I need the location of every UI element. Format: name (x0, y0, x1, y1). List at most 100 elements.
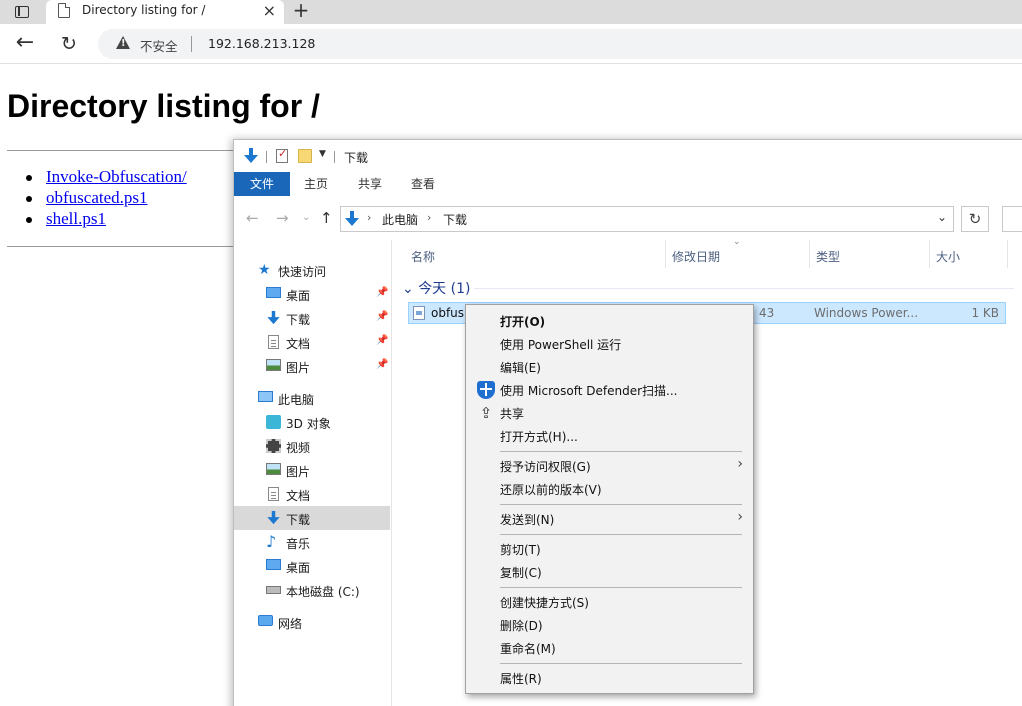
column-header-size[interactable]: 大小 (936, 248, 960, 265)
warning-icon[interactable]: ! (116, 36, 130, 49)
menu-item-send-to[interactable]: 发送到(N) › (468, 507, 751, 530)
computer-icon (258, 391, 273, 402)
link-obfuscated-ps1[interactable]: obfuscated.ps1 (46, 188, 148, 207)
download-arrow-icon (267, 511, 280, 525)
ribbon-tabs: 文件 主页 共享 查看 (234, 172, 1022, 196)
column-header-type[interactable]: 类型 (816, 248, 840, 265)
properties-icon[interactable]: ✓ (276, 147, 288, 163)
menu-item-rename[interactable]: 重命名(M) (468, 636, 751, 659)
pictures-icon (266, 359, 281, 371)
tab-view[interactable]: 查看 (399, 172, 447, 196)
nav-label: 文档 (286, 337, 311, 351)
menu-item-copy[interactable]: 复制(C) (468, 560, 751, 583)
back-button[interactable]: ← (12, 32, 38, 56)
search-input[interactable] (1002, 206, 1022, 232)
nav-videos[interactable]: 视频 (234, 434, 390, 458)
download-arrow-icon (267, 311, 280, 325)
nav-label: 快速访问 (278, 265, 327, 279)
breadcrumb-this-pc[interactable]: 此电脑 (382, 211, 418, 228)
up-arrow-icon[interactable]: ↑ (320, 210, 333, 226)
pin-icon[interactable]: 📌 (376, 311, 388, 322)
breadcrumb-chevron-icon[interactable]: › (367, 211, 371, 224)
tab-file[interactable]: 文件 (234, 172, 290, 196)
menu-item-label: 重命名(M) (500, 642, 556, 656)
pin-icon[interactable]: 📌 (376, 335, 388, 346)
tab-share[interactable]: 共享 (346, 172, 394, 196)
menu-item-defender-scan[interactable]: 使用 Microsoft Defender扫描... (468, 378, 751, 401)
nav-quick-access[interactable]: ★ 快速访问 (234, 258, 390, 282)
menu-item-label: 编辑(E) (500, 361, 541, 375)
nav-label: 文档 (286, 489, 311, 503)
nav-3d-objects[interactable]: 3D 对象 (234, 410, 390, 434)
forward-arrow-icon[interactable]: → (276, 210, 289, 226)
back-arrow-icon[interactable]: ← (246, 210, 259, 226)
menu-item-label: 打开方式(H)... (500, 430, 578, 444)
file-size: 1 KB (971, 306, 999, 320)
customize-qat-icon[interactable]: ▼ (319, 149, 326, 159)
menu-item-restore-versions[interactable]: 还原以前的版本(V) (468, 477, 751, 500)
nav-downloads-pc[interactable]: 下载 (234, 506, 390, 530)
column-divider[interactable] (929, 240, 930, 268)
menu-item-edit[interactable]: 编辑(E) (468, 355, 751, 378)
link-shell-ps1[interactable]: shell.ps1 (46, 209, 106, 228)
nav-music[interactable]: ♪ 音乐 (234, 530, 390, 554)
refresh-button[interactable]: ↻ (961, 206, 989, 232)
nav-label: 桌面 (286, 289, 311, 303)
menu-separator (500, 534, 742, 535)
pictures-icon (266, 463, 281, 475)
menu-item-open[interactable]: 打开(O) (468, 309, 751, 332)
menu-item-label: 创建快捷方式(S) (500, 596, 589, 610)
nav-network[interactable]: 网络 (234, 610, 390, 634)
defender-shield-icon (477, 381, 495, 399)
column-divider[interactable] (809, 240, 810, 268)
separator (334, 151, 335, 163)
column-header-name[interactable]: 名称 (411, 248, 435, 265)
browser-tab[interactable]: Directory listing for / × (46, 0, 284, 24)
list-item: Invoke-Obfuscation/ (24, 167, 187, 188)
tab-close-button[interactable]: × (263, 1, 276, 21)
menu-item-delete[interactable]: 删除(D) (468, 613, 751, 636)
menu-item-create-shortcut[interactable]: 创建快捷方式(S) (468, 590, 751, 613)
menu-item-run-powershell[interactable]: 使用 PowerShell 运行 (468, 332, 751, 355)
group-header[interactable]: ⌄ 今天 (1) (402, 278, 470, 298)
page-icon (58, 3, 70, 18)
new-folder-icon[interactable] (298, 149, 312, 163)
menu-item-properties[interactable]: 属性(R) (468, 666, 751, 689)
reload-button[interactable]: ↻ (56, 32, 82, 56)
nav-desktop[interactable]: 桌面 📌 (234, 282, 390, 306)
nav-this-pc[interactable]: 此电脑 (234, 386, 390, 410)
explorer-address-bar[interactable]: › 此电脑 › 下载 ⌄ (340, 206, 954, 232)
new-tab-button[interactable]: + (290, 0, 312, 22)
nav-label: 下载 (286, 513, 311, 527)
recent-locations-icon[interactable]: ⌄ (302, 210, 310, 226)
breadcrumb-downloads[interactable]: 下载 (443, 211, 467, 228)
nav-label: 视频 (286, 441, 311, 455)
chevron-down-icon[interactable]: ⌄ (937, 210, 947, 224)
pin-icon[interactable]: 📌 (376, 359, 388, 370)
nav-documents[interactable]: 文档 📌 (234, 330, 390, 354)
tab-actions-button[interactable] (8, 2, 36, 22)
menu-item-open-with[interactable]: 打开方式(H)... (468, 424, 751, 447)
breadcrumb-chevron-icon[interactable]: › (427, 211, 431, 224)
tab-home[interactable]: 主页 (292, 172, 340, 196)
file-type: Windows Power... (814, 306, 919, 320)
url-text[interactable]: 192.168.213.128 (208, 36, 315, 51)
security-label[interactable]: 不安全 (140, 36, 178, 55)
column-divider[interactable] (665, 240, 666, 268)
pin-icon[interactable]: 📌 (376, 287, 388, 298)
link-invoke-obfuscation[interactable]: Invoke-Obfuscation/ (46, 167, 187, 186)
nav-documents-pc[interactable]: 文档 (234, 482, 390, 506)
address-bar[interactable]: ! 不安全 192.168.213.128 (98, 29, 1022, 59)
column-header-date[interactable]: 修改日期 (672, 248, 720, 265)
nav-local-disk[interactable]: 本地磁盘 (C:) (234, 578, 390, 602)
nav-downloads[interactable]: 下载 📌 (234, 306, 390, 330)
menu-separator (500, 587, 742, 588)
menu-item-cut[interactable]: 剪切(T) (468, 537, 751, 560)
document-icon (268, 335, 279, 349)
nav-desktop-pc[interactable]: 桌面 (234, 554, 390, 578)
nav-pictures[interactable]: 图片 📌 (234, 354, 390, 378)
menu-item-give-access[interactable]: 授予访问权限(G) › (468, 454, 751, 477)
menu-item-share[interactable]: ⇪ 共享 (468, 401, 751, 424)
nav-pictures-pc[interactable]: 图片 (234, 458, 390, 482)
column-divider[interactable] (1007, 240, 1008, 268)
